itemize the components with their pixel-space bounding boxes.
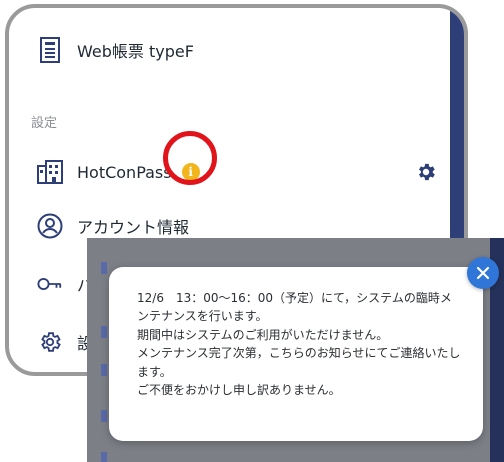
user-circle-icon (37, 213, 63, 239)
building-icon (37, 159, 63, 185)
section-label-settings: 設定 (31, 116, 58, 131)
document-icon (37, 37, 63, 63)
menu-item-settings[interactable]: 設 (37, 324, 93, 360)
menu-item-label: アカウント情報 (77, 218, 190, 237)
highlight-ring (163, 131, 217, 185)
close-button[interactable] (467, 257, 499, 289)
menu-item-label: HotConPass (77, 162, 172, 182)
maintenance-notice-dialog: 12/6 13：00～16：00（予定）にて，システムの臨時メンテナンスを行いま… (109, 267, 483, 441)
gear-icon (37, 329, 63, 355)
menu-item-web-form[interactable]: Web帳票 typeF (37, 32, 194, 68)
close-icon (476, 266, 490, 280)
menu-item-password[interactable]: パ (37, 266, 93, 302)
gear-icon (419, 163, 435, 181)
notice-message: 12/6 13：00～16：00（予定）にて，システムの臨時メンテナンスを行いま… (137, 291, 461, 398)
key-icon (37, 271, 63, 297)
menu-item-label: Web帳票 typeF (77, 42, 194, 61)
settings-gear-button[interactable] (413, 159, 439, 185)
